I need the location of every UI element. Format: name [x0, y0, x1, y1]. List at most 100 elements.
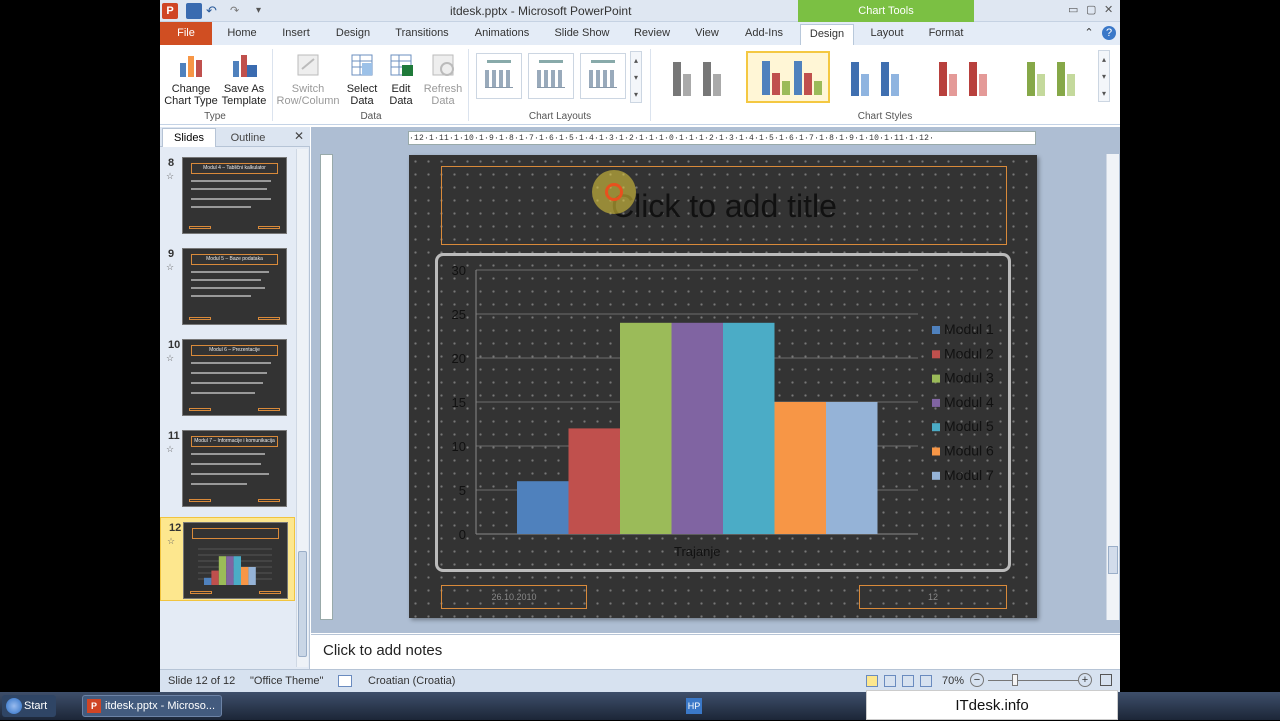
maximize-button[interactable]: ▢ [1086, 3, 1096, 16]
start-button[interactable]: Start [2, 695, 56, 717]
chart-styles-gallery: ▴ ▾ ▾ [658, 50, 1110, 106]
title-placeholder[interactable]: Click to add title [441, 166, 1007, 245]
chart-style-blue[interactable] [836, 51, 920, 103]
edit-data-button[interactable]: Edit Data [380, 49, 422, 107]
tab-chart-layout[interactable]: Layout [862, 25, 912, 45]
slide-thumbnail-8[interactable]: 8 ☆ Modul 4 – Tablični kalkulator [160, 153, 295, 237]
help-icon[interactable]: ? [1102, 26, 1116, 40]
fit-to-window-icon[interactable] [1100, 674, 1112, 686]
tab-home[interactable]: Home [222, 25, 262, 45]
spell-check-icon[interactable] [338, 675, 352, 687]
tab-review[interactable]: Review [628, 25, 676, 45]
ribbon-separator [272, 49, 273, 121]
tab-insert[interactable]: Insert [276, 25, 316, 45]
language-indicator[interactable]: Croatian (Croatia) [368, 675, 455, 687]
redo-icon[interactable]: ↷ [230, 3, 246, 19]
chart-style-red[interactable] [924, 51, 1008, 103]
chart-layout-2[interactable] [528, 53, 574, 99]
y-tick-label: 0 [459, 527, 466, 542]
bar-modul-5 [723, 322, 775, 534]
slides-panel-scrollbar[interactable] [296, 149, 308, 667]
powerpoint-logo-icon[interactable]: P [162, 3, 178, 19]
slide-canvas[interactable]: Click to add title 0 5 10 15 20 25 30 Trajanje M… [409, 155, 1037, 618]
tab-slide-show[interactable]: Slide Show [550, 25, 614, 45]
y-tick-label: 5 [459, 483, 466, 498]
slide-sorter-view-icon[interactable] [884, 675, 896, 687]
save-as-template-button[interactable]: Save As Template [216, 49, 272, 107]
zoom-slider-thumb[interactable] [1012, 674, 1018, 686]
bar-modul-6 [774, 402, 826, 534]
slide-number-placeholder[interactable]: 12 [859, 585, 1007, 609]
normal-view-icon[interactable] [866, 675, 878, 687]
edit-data-icon [390, 54, 413, 76]
chart-style-multicolor[interactable] [746, 51, 830, 103]
slide-number: 12 [169, 522, 182, 534]
select-data-label: Select Data [346, 83, 378, 107]
refresh-data-icon [432, 54, 454, 76]
date-placeholder[interactable]: 26.10.2010 [441, 585, 587, 609]
chart-layout-1[interactable] [476, 53, 522, 99]
slide-thumbnail-12[interactable]: 12 ☆ [160, 517, 295, 601]
minimize-ribbon-icon[interactable]: ⌃ [1082, 25, 1096, 45]
minimize-button[interactable]: ▭ [1068, 3, 1078, 16]
chart-layouts-scroll[interactable]: ▴ ▾ ▾ [630, 51, 642, 103]
tab-chart-design[interactable]: Design [800, 24, 854, 45]
slide-thumbnail-9[interactable]: 9 ☆ Modul 5 – Baze podataka [160, 244, 295, 328]
editing-area-scrollbar[interactable] [1106, 154, 1119, 620]
slides-panel-scroll-thumb[interactable] [298, 551, 307, 657]
tab-transitions[interactable]: Transitions [390, 25, 454, 45]
horizontal-ruler[interactable]: ·12·1·11·1·10·1·9·1·8·1·7·1·6·1·5·1·4·1·… [408, 131, 1036, 145]
tab-chart-format[interactable]: Format [920, 25, 972, 45]
chart-styles-scroll[interactable]: ▴ ▾ ▾ [1098, 50, 1110, 102]
switch-row-column-button[interactable]: Switch Row/Column [276, 49, 340, 107]
tab-file[interactable]: File [160, 22, 212, 45]
chart-style-green[interactable] [1012, 51, 1096, 103]
zoom-out-button[interactable]: − [970, 673, 984, 687]
y-tick-label: 15 [452, 395, 466, 410]
vertical-ruler[interactable] [320, 154, 333, 620]
slide-preview-title: Modul 7 – Informacije i komunikacija [191, 436, 278, 447]
taskbar-powerpoint-button[interactable]: Pitdesk.pptx - Microso... [82, 695, 222, 717]
refresh-data-button[interactable]: Refresh Data [420, 49, 466, 107]
close-button[interactable]: ✕ [1104, 3, 1113, 16]
close-panel-icon[interactable]: ✕ [294, 129, 304, 143]
slide-thumbnail-11[interactable]: 11 ☆ Modul 7 – Informacije i komunikacij… [160, 426, 295, 510]
animation-star-icon: ☆ [166, 444, 175, 454]
theme-name[interactable]: "Office Theme" [250, 675, 323, 687]
notes-pane[interactable]: Click to add notes [311, 634, 1120, 668]
slide-thumbnail-10[interactable]: 10 ☆ Modul 6 – Prezentacije [160, 335, 295, 419]
undo-icon[interactable]: ↶ [206, 3, 222, 19]
tab-add-ins[interactable]: Add-Ins [738, 25, 790, 45]
customize-qat-icon[interactable]: ▾ [256, 3, 272, 19]
notes-placeholder[interactable]: Click to add notes [323, 642, 442, 659]
slide-show-view-icon[interactable] [920, 675, 932, 687]
powerpoint-taskbar-icon: P [87, 699, 101, 713]
reading-view-icon[interactable] [902, 675, 914, 687]
chart-layout-3[interactable] [580, 53, 626, 99]
legend-label: Modul 4 [944, 394, 994, 410]
slide-editing-area: ·12·1·11·1·10·1·9·1·8·1·7·1·6·1·5·1·4·1·… [311, 127, 1120, 633]
chart-style-gray[interactable] [658, 51, 742, 103]
tab-design[interactable]: Design [330, 25, 376, 45]
tab-animations[interactable]: Animations [468, 25, 536, 45]
chart-style-preview [760, 59, 822, 95]
select-data-button[interactable]: Select Data [340, 49, 384, 107]
chart-object[interactable]: 0 5 10 15 20 25 30 Trajanje Modul 1 Modul 2 Modul … [435, 253, 1011, 572]
slide-preview-title: Modul 5 – Baze podataka [191, 254, 278, 265]
window-title: itdesk.pptx - Microsoft PowerPoint [450, 4, 632, 18]
save-icon[interactable] [186, 3, 202, 19]
y-tick-label: 25 [452, 307, 466, 322]
tab-slides[interactable]: Slides [162, 128, 216, 147]
tab-outline[interactable]: Outline [220, 129, 276, 147]
zoom-slider-track[interactable] [988, 680, 1078, 681]
zoom-in-button[interactable]: + [1078, 673, 1092, 687]
bar-chart[interactable]: 0 5 10 15 20 25 30 Trajanje Modul 1 Modul 2 Modul … [438, 256, 1008, 569]
change-chart-type-button[interactable]: Change Chart Type [163, 49, 219, 107]
zoom-level[interactable]: 70% [942, 675, 964, 687]
editing-area-scroll-thumb[interactable] [1108, 546, 1118, 574]
legend-label: Modul 7 [944, 467, 994, 483]
itdesk-watermark: ITdesk.info [866, 690, 1118, 720]
ribbon-separator [468, 49, 469, 121]
hp-tray-icon[interactable]: HP [686, 698, 702, 714]
tab-view[interactable]: View [688, 25, 726, 45]
